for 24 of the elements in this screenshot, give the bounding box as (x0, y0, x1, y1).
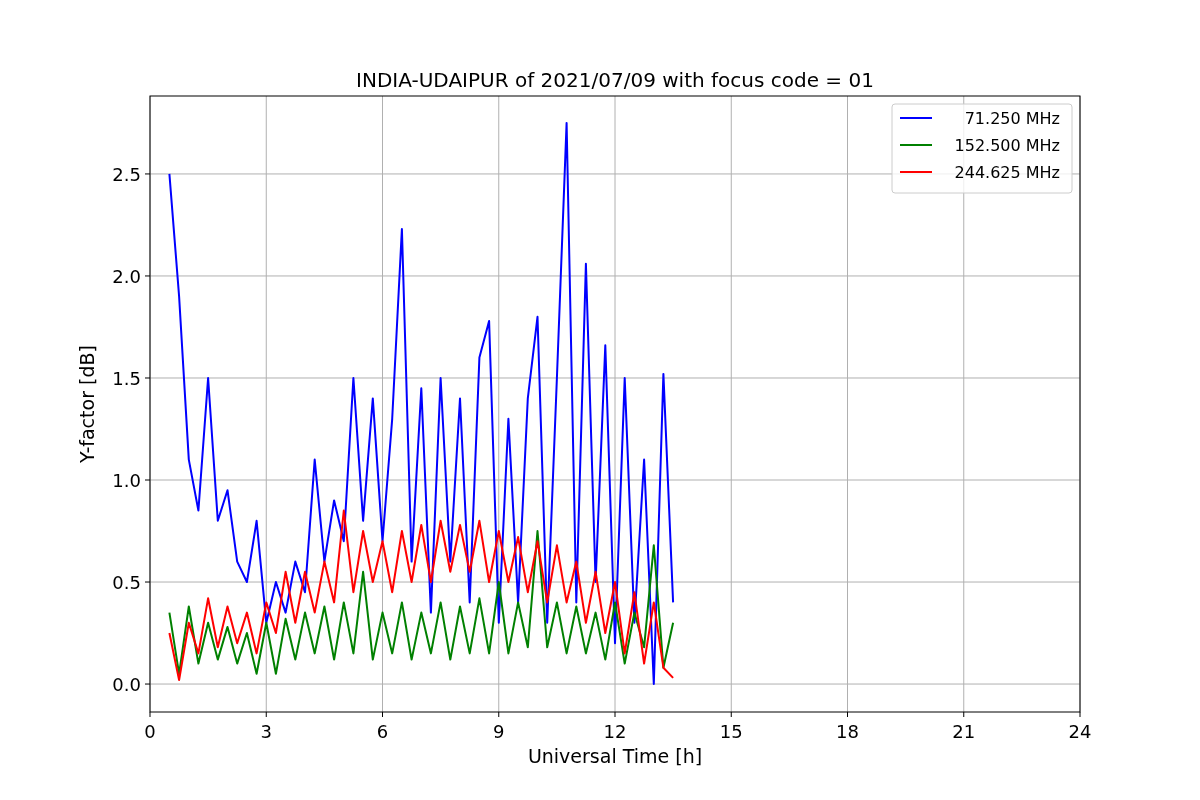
y-tick-label: 1.5 (112, 368, 141, 389)
chart-title: INDIA-UDAIPUR of 2021/07/09 with focus code = 01 (356, 68, 874, 92)
legend-label: 152.500 MHz (954, 136, 1060, 155)
x-axis-label: Universal Time [h] (527, 745, 703, 767)
y-tick-label: 0.0 (112, 674, 141, 696)
x-tick-label: 15 (719, 721, 743, 742)
x-tick-label: 21 (952, 721, 976, 742)
legend-line-icon (899, 171, 933, 173)
legend-line-icon (899, 144, 933, 146)
y-tick-label: 2.5 (112, 163, 141, 185)
x-tick-label: 0 (144, 721, 156, 742)
y-axis-label: Y-factor [dB] (76, 345, 98, 463)
x-tick-label: 3 (260, 721, 272, 742)
y-tick-label: 2.0 (112, 265, 141, 287)
y-tick-label: 1.0 (112, 470, 141, 491)
legend-line-icon (899, 117, 933, 119)
legend-label: 71.250 MHz (964, 109, 1060, 128)
x-tick-label: 24 (1068, 721, 1092, 742)
x-tick-label: 12 (603, 721, 627, 742)
x-tick-label: 6 (376, 721, 389, 742)
legend-label: 244.625 MHz (954, 163, 1060, 182)
x-tick-label: 18 (836, 721, 859, 742)
x-tick-label: 9 (493, 721, 505, 742)
y-tick-label: 0.5 (112, 572, 141, 594)
